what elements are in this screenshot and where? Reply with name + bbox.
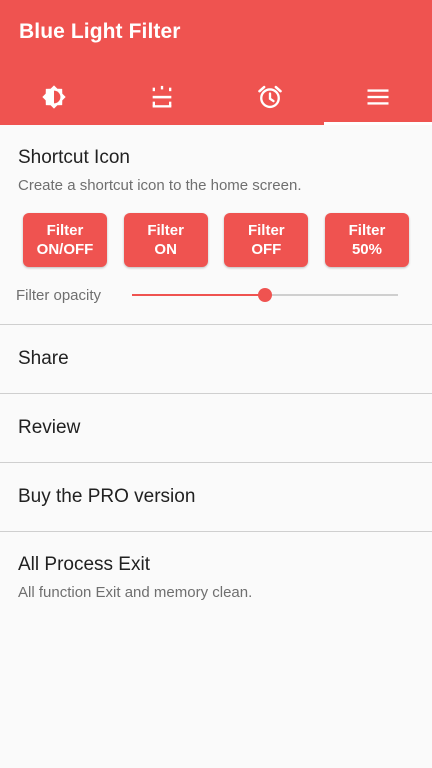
exit-description: All function Exit and memory clean. [18, 584, 253, 601]
filter-buttons: Filter ON/OFF Filter ON Filter OFF Filte… [18, 213, 414, 267]
filter-on-off-button[interactable]: Filter ON/OFF [23, 213, 107, 267]
all-process-exit-item[interactable]: All Process Exit All function Exit and m… [0, 532, 432, 602]
screen-filter-icon [148, 83, 176, 111]
button-label-line1: Filter [348, 222, 386, 239]
opacity-slider[interactable] [132, 285, 398, 305]
share-item[interactable]: Share [0, 325, 432, 394]
exit-title: All Process Exit [18, 554, 150, 575]
slider-fill [132, 294, 265, 296]
button-label-line1: Filter [147, 222, 184, 239]
review-item[interactable]: Review [0, 394, 432, 463]
opacity-row: Filter opacity [16, 285, 414, 305]
opacity-label: Filter opacity [16, 286, 102, 304]
alarm-clock-icon [256, 83, 284, 111]
button-label-line1: Filter [46, 222, 84, 239]
brightness-icon [40, 83, 68, 111]
tab-bar [0, 70, 432, 125]
filter-on-button[interactable]: Filter ON [123, 213, 208, 267]
button-label-line2: ON [154, 241, 177, 258]
shortcut-description: Create a shortcut icon to the home scree… [18, 177, 302, 194]
shortcut-section: Shortcut Icon Create a shortcut icon to … [0, 125, 432, 325]
tab-brightness[interactable] [0, 70, 108, 125]
shortcut-title: Shortcut Icon [18, 147, 130, 168]
tab-screen-filter[interactable] [108, 70, 216, 125]
tab-alarm[interactable] [216, 70, 324, 125]
tab-menu[interactable] [324, 70, 432, 125]
buy-pro-item[interactable]: Buy the PRO version [0, 463, 432, 532]
slider-thumb[interactable] [258, 288, 272, 302]
button-label-line2: OFF [251, 241, 282, 258]
menu-icon [364, 83, 392, 111]
button-label-line1: Filter [247, 222, 285, 239]
button-label-line2: 50% [351, 241, 382, 258]
app-bar: Blue Light Filter [0, 0, 432, 125]
app-title: Blue Light Filter [19, 20, 181, 43]
filter-off-button[interactable]: Filter OFF [224, 213, 309, 267]
button-label-line2: ON/OFF [36, 241, 94, 258]
filter-50-button[interactable]: Filter 50% [324, 213, 409, 267]
